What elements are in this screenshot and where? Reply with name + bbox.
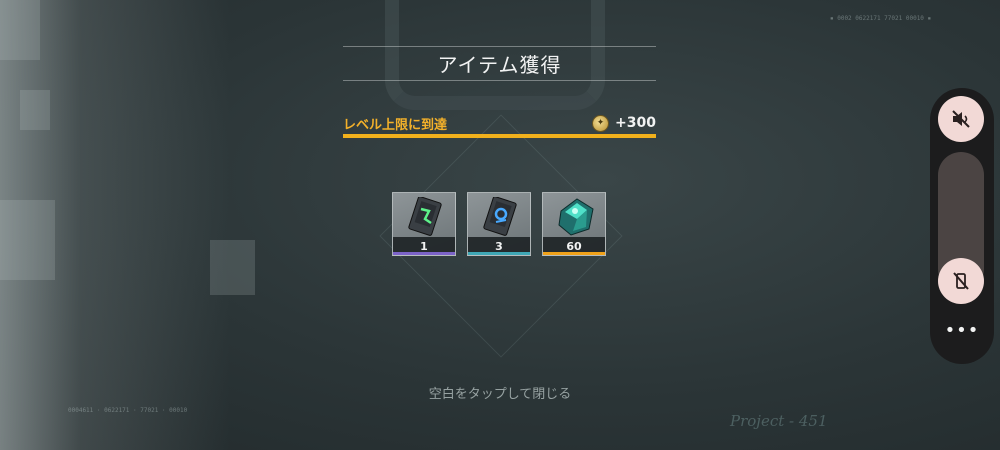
more-dots-icon[interactable]: •••	[930, 320, 994, 341]
speaker-muted-icon	[952, 110, 970, 128]
rarity-stripe	[468, 252, 530, 255]
hud-code-bottom-left: 0004611 · 0622171 · 77021 · 00010	[68, 407, 188, 414]
background-pixel-block	[0, 200, 55, 280]
bonus-group: ✦ +300	[592, 114, 656, 132]
reward-item[interactable]: 1	[392, 192, 456, 256]
reward-item[interactable]: 3	[467, 192, 531, 256]
dialog-title-frame: アイテム獲得	[343, 46, 656, 81]
hud-code-top-right: ▪ 0002 0622171 77021 00010 ▪	[830, 15, 932, 22]
tap-to-close-hint[interactable]: 空白をタップして閉じる	[0, 383, 1000, 402]
bonus-value: +300	[615, 115, 656, 131]
level-cap-notice: レベル上限に到達	[343, 117, 448, 133]
dialog-title: アイテム獲得	[437, 53, 562, 77]
teal-crystal-icon	[558, 198, 594, 236]
background-pixel-block	[210, 240, 255, 295]
rarity-stripe	[393, 252, 455, 255]
background-pixel-block	[20, 90, 50, 130]
vibration-toggle-button[interactable]	[938, 258, 984, 304]
reward-item[interactable]: 60	[542, 192, 606, 256]
coin-icon: ✦	[592, 114, 610, 132]
vibration-off-icon	[953, 272, 969, 290]
background-pixel-block	[0, 0, 40, 60]
project-watermark: Project - 451	[730, 412, 828, 430]
reward-item-list: 1 3 60	[392, 192, 606, 256]
green-data-card-icon	[408, 197, 442, 236]
blue-data-card-icon	[483, 197, 517, 236]
level-cap-row: レベル上限に到達 ✦ +300	[343, 112, 656, 134]
mute-button[interactable]	[938, 96, 984, 142]
overlay-control-panel: •••	[930, 88, 994, 364]
rarity-stripe	[543, 252, 605, 255]
level-cap-bar	[343, 134, 656, 138]
